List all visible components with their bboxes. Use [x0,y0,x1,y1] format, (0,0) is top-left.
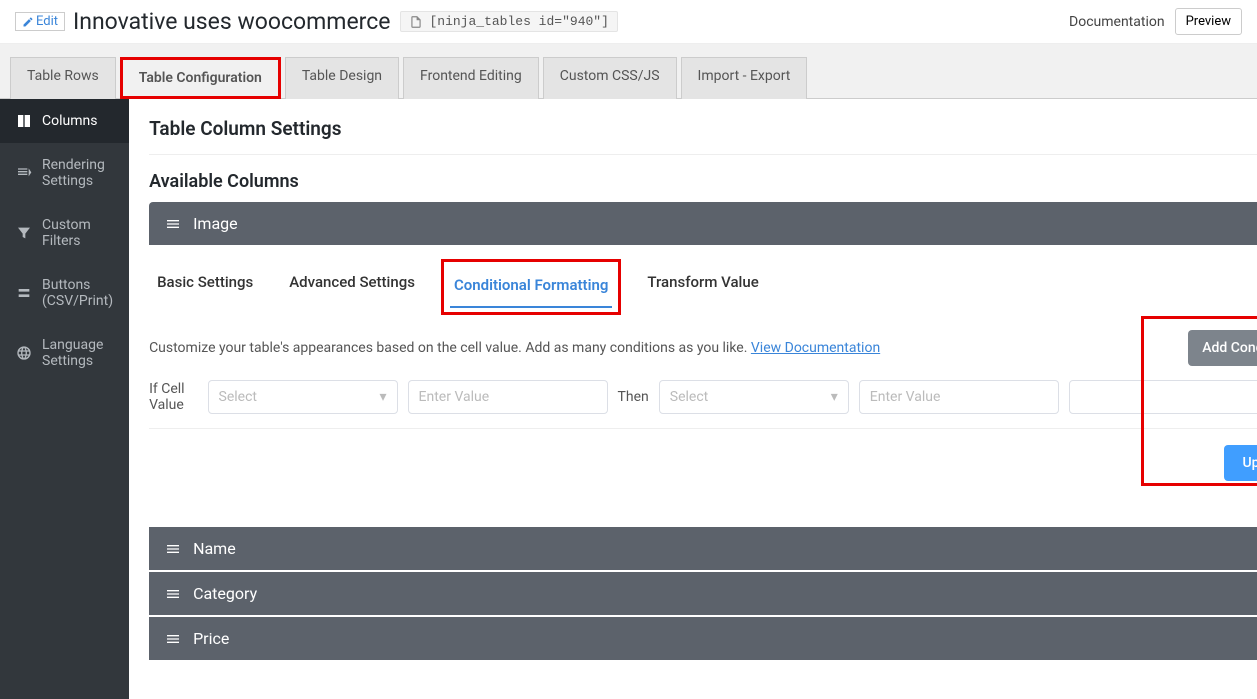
chevron-down-icon: ▾ [831,389,838,405]
page-title: Innovative uses woocommerce [73,8,390,35]
image-column-panel: Basic Settings Advanced Settings Conditi… [149,247,1257,497]
filter-icon [16,225,32,241]
if-label: If Cell Value [149,381,197,413]
update-row: Update [149,445,1257,481]
select-placeholder: Select [670,389,708,405]
drag-icon [165,541,181,557]
tab-import-export[interactable]: Import - Export [681,57,808,99]
column-header-name[interactable]: Name [149,527,1257,570]
helper-row: Customize your table's appearances based… [149,330,1257,366]
column-header-price[interactable]: Price [149,617,1257,660]
column-title: Price [193,629,1257,648]
shortcode-text: [ninja_tables id="940"] [429,14,608,29]
tab-frontend-editing[interactable]: Frontend Editing [403,57,539,99]
sub-tab-conditional-formatting[interactable]: Conditional Formatting [450,266,612,308]
helper-prefix: Customize your table's appearances based… [149,340,751,356]
highlight-conditional-formatting: Conditional Formatting [441,259,621,315]
update-button[interactable]: Update [1224,445,1257,481]
sidebar-item-label: Columns [42,113,97,129]
sidebar-item-label: Language Settings [42,337,113,369]
preview-button[interactable]: Preview [1175,8,1242,35]
tab-custom-css-js[interactable]: Custom CSS/JS [543,57,677,99]
sidebar-item-rendering[interactable]: Rendering Settings [0,143,129,203]
sidebar-item-filters[interactable]: Custom Filters [0,203,129,263]
sidebar-item-label: Buttons (CSV/Print) [42,277,113,309]
tab-table-rows[interactable]: Table Rows [10,57,116,99]
column-title: Name [193,539,1257,558]
edit-text: Edit [36,14,58,29]
column-header-image[interactable]: Image [149,202,1257,245]
add-condition-button[interactable]: Add Condition [1188,330,1257,366]
tab-table-configuration[interactable]: Table Configuration [120,57,281,99]
drag-icon [165,216,181,232]
helper-text: Customize your table's appearances based… [149,340,880,356]
edit-link[interactable]: Edit [15,12,65,31]
language-icon [16,345,32,361]
sidebar: Columns Rendering Settings Custom Filter… [0,99,129,699]
if-operator-select[interactable]: Select ▾ [208,380,398,414]
extra-value-input[interactable] [1069,380,1257,414]
condition-row: If Cell Value Select ▾ Then Select ▾ — [149,380,1257,429]
column-title: Image [193,214,1257,233]
then-label: Then [618,389,649,405]
sidebar-item-label: Custom Filters [42,217,113,249]
columns-icon [16,113,32,129]
buttons-icon [16,285,32,301]
then-action-select[interactable]: Select ▾ [659,380,849,414]
view-documentation-link[interactable]: View Documentation [751,340,880,356]
rendering-icon [16,165,32,181]
available-columns-title: Available Columns [149,171,1257,192]
sidebar-item-label: Rendering Settings [42,157,113,189]
sub-tab-advanced[interactable]: Advanced Settings [285,263,419,311]
top-bar: Edit Innovative uses woocommerce [ninja_… [0,0,1257,44]
chevron-down-icon: ▾ [380,389,387,405]
column-header-category[interactable]: Category [149,572,1257,615]
file-icon [409,15,423,29]
sub-tab-transform[interactable]: Transform Value [643,263,762,311]
main-layout: Columns Rendering Settings Custom Filter… [0,99,1257,699]
drag-icon [165,631,181,647]
section-title: Table Column Settings [149,117,1257,140]
then-value-input[interactable] [859,380,1059,414]
drag-icon [165,586,181,602]
select-placeholder: Select [219,389,257,405]
top-right-actions: Documentation Preview [1069,8,1242,35]
sub-tabs: Basic Settings Advanced Settings Conditi… [149,263,1257,312]
content-area: Table Column Settings Available Columns … [129,99,1257,699]
shortcode-box[interactable]: [ninja_tables id="940"] [400,11,617,32]
tab-table-design[interactable]: Table Design [285,57,399,99]
column-title: Category [193,584,1257,603]
tab-row: Table Rows Table Configuration Table Des… [0,44,1257,99]
sub-tab-basic[interactable]: Basic Settings [153,263,257,311]
sidebar-item-columns[interactable]: Columns [0,99,129,143]
sidebar-item-buttons[interactable]: Buttons (CSV/Print) [0,263,129,323]
pencil-icon [22,16,34,28]
documentation-link[interactable]: Documentation [1069,14,1165,30]
sidebar-item-language[interactable]: Language Settings [0,323,129,383]
conditional-formatting-zone: Customize your table's appearances based… [149,330,1257,481]
divider [149,154,1257,155]
if-value-input[interactable] [408,380,608,414]
